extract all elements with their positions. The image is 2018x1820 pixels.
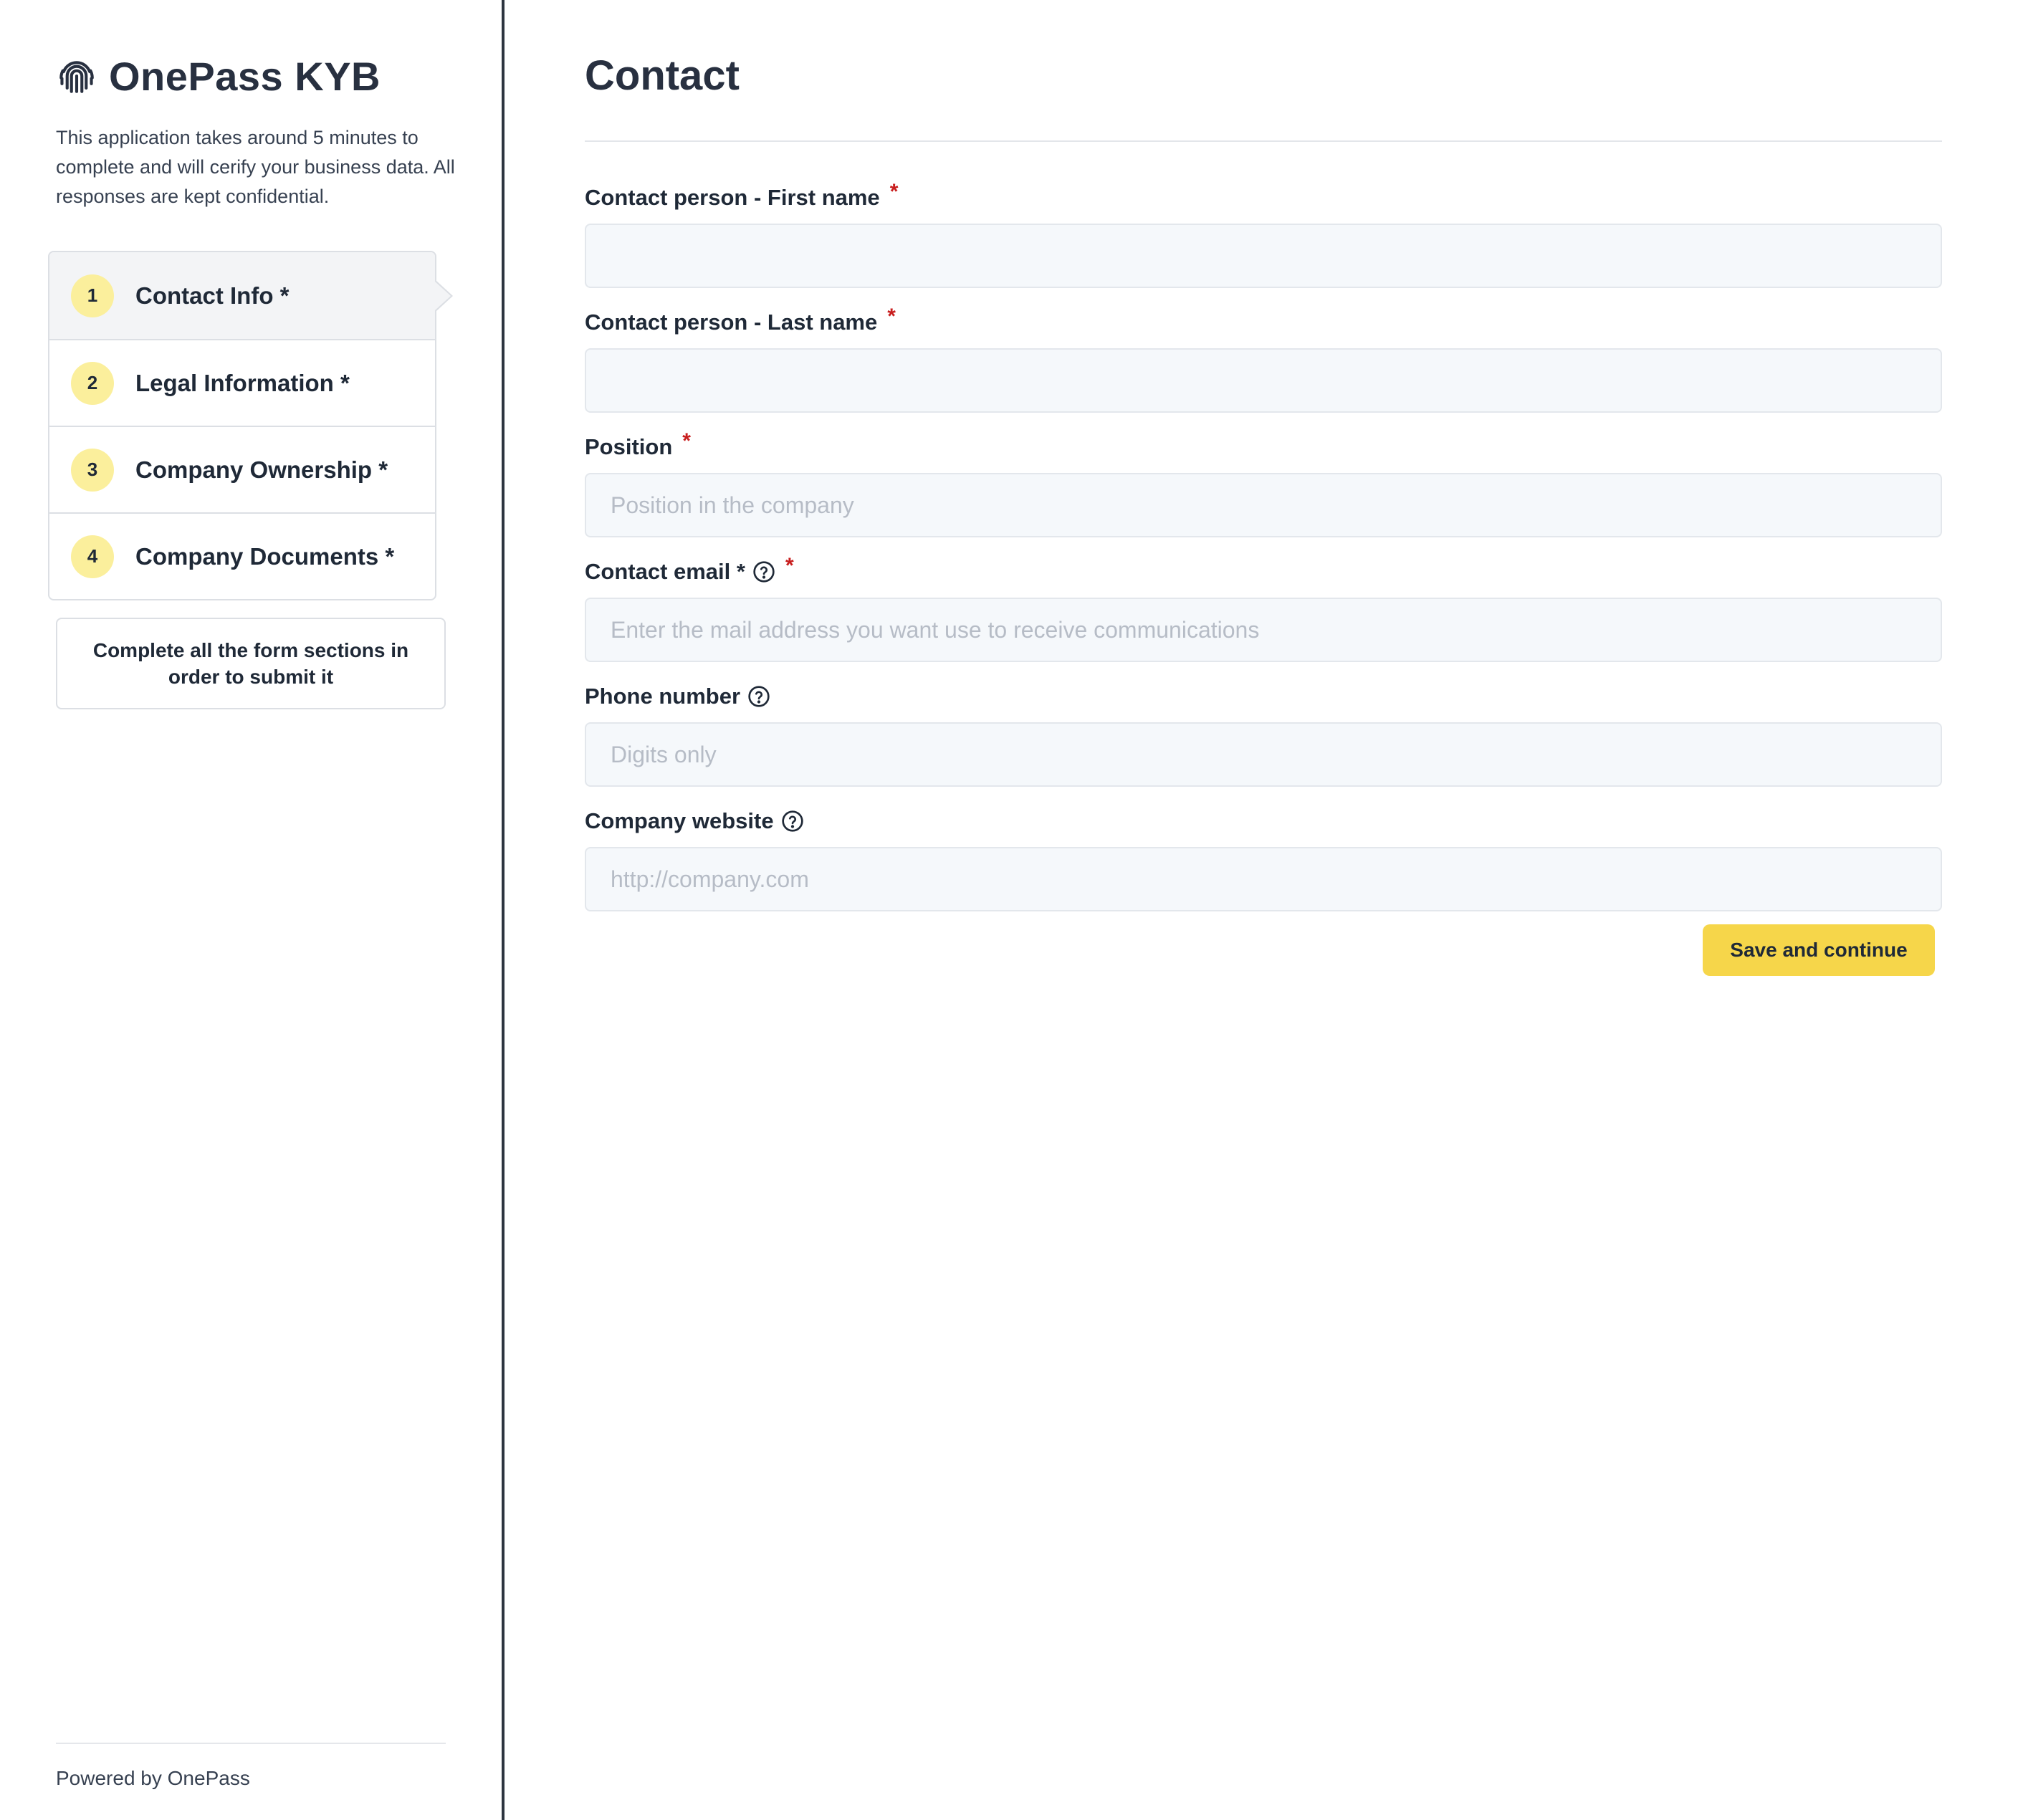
- main-content: Contact Contact person - First name * Co…: [505, 0, 2018, 1820]
- step-company-ownership[interactable]: 3 Company Ownership *: [49, 426, 435, 512]
- field-label-text: Contact email *: [585, 559, 745, 584]
- first-name-label: Contact person - First name *: [585, 180, 1942, 212]
- required-marker: *: [889, 180, 899, 203]
- question-circle-icon[interactable]: [747, 685, 770, 708]
- footer-divider: [56, 1743, 446, 1744]
- field-label-text: Contact person - First name: [585, 185, 880, 210]
- website-label: Company website: [585, 807, 1942, 835]
- step-label: Company Documents *: [135, 542, 395, 570]
- step-number: 4: [71, 535, 114, 578]
- fingerprint-icon: [56, 55, 97, 97]
- intro-text: This application takes around 5 minutes …: [56, 127, 455, 207]
- sidebar: OnePass KYB This application takes aroun…: [0, 0, 503, 1820]
- step-label: Legal Information *: [135, 369, 350, 396]
- question-circle-icon[interactable]: [752, 560, 775, 583]
- step-contact-info[interactable]: 1 Contact Info *: [49, 252, 453, 339]
- required-marker: *: [887, 305, 896, 328]
- required-marker: *: [682, 429, 691, 453]
- field-label-text: Position: [585, 434, 673, 459]
- step-number: 1: [71, 274, 114, 317]
- powered-by: Powered by OnePass: [56, 1767, 250, 1789]
- title-divider: [585, 140, 1942, 142]
- last-name-group: Contact person - Last name *: [585, 305, 1942, 413]
- website-input[interactable]: [585, 847, 1942, 911]
- field-label-text: Phone number: [585, 684, 741, 709]
- app-title: OnePass KYB: [109, 53, 381, 99]
- last-name-input[interactable]: [585, 348, 1942, 413]
- required-marker: *: [785, 554, 794, 578]
- first-name-group: Contact person - First name *: [585, 180, 1942, 288]
- submit-notice: Complete all the form sections in order …: [56, 618, 446, 709]
- phone-input[interactable]: [585, 722, 1942, 787]
- field-label-text: Contact person - Last name: [585, 310, 878, 335]
- step-number: 2: [71, 361, 114, 405]
- step-company-documents[interactable]: 4 Company Documents *: [49, 512, 435, 599]
- question-circle-icon[interactable]: [781, 810, 804, 833]
- last-name-label: Contact person - Last name *: [585, 305, 1942, 337]
- first-name-input[interactable]: [585, 224, 1942, 288]
- step-label: Contact Info *: [135, 282, 290, 309]
- position-label: Position *: [585, 429, 1942, 461]
- phone-label: Phone number: [585, 682, 1942, 711]
- email-input[interactable]: [585, 598, 1942, 662]
- position-input[interactable]: [585, 473, 1942, 537]
- steps-nav: 1 Contact Info * 2 Legal Information * 3…: [48, 251, 453, 600]
- email-label: Contact email * *: [585, 554, 1942, 586]
- field-label-text: Company website: [585, 808, 774, 833]
- brand: OnePass KYB: [56, 53, 381, 99]
- step-number: 3: [71, 448, 114, 492]
- step-legal-information[interactable]: 2 Legal Information *: [49, 339, 435, 426]
- step-label: Company Ownership *: [135, 456, 388, 483]
- website-group: Company website: [585, 807, 1942, 911]
- save-and-continue-button[interactable]: Save and continue: [1703, 924, 1935, 976]
- page-title: Contact: [585, 52, 740, 99]
- phone-group: Phone number: [585, 682, 1942, 787]
- position-group: Position *: [585, 429, 1942, 537]
- email-group: Contact email * *: [585, 554, 1942, 662]
